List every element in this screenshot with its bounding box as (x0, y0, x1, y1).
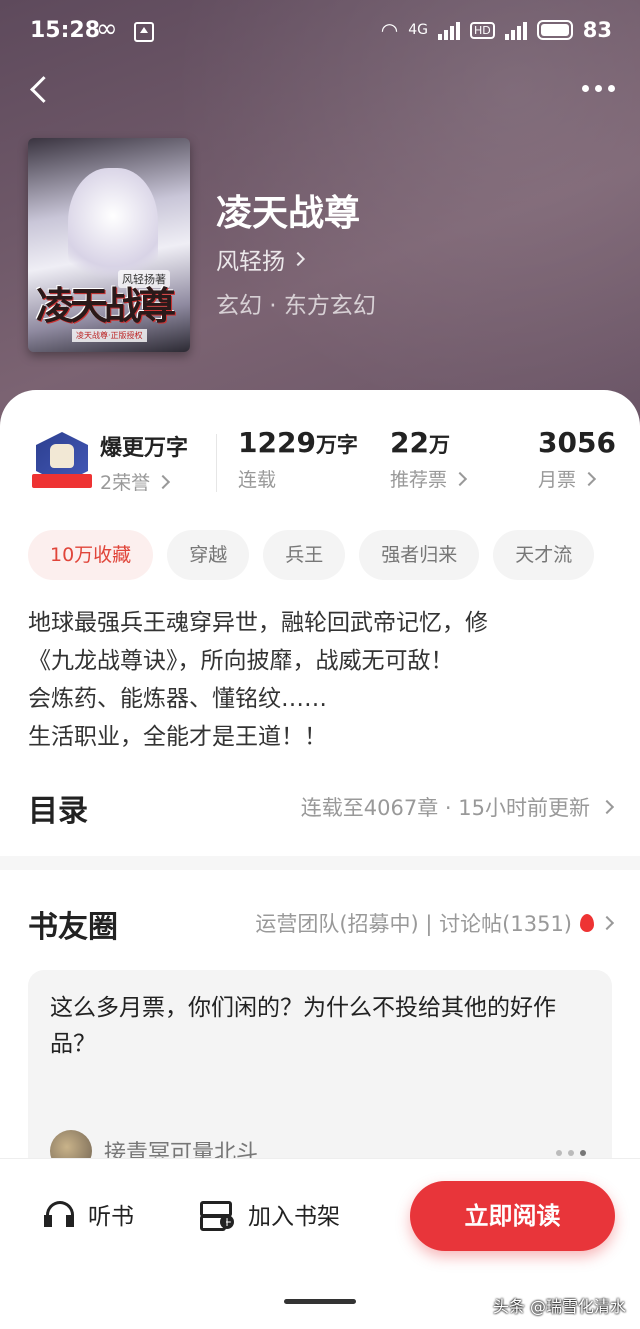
honor-count-label: 2荣誉 (100, 472, 151, 494)
status-time: 15:28 (30, 18, 101, 43)
honor-title: 爆更万字 (100, 436, 189, 461)
intro-line: 地球最强兵王魂穿异世，融轮回武帝记忆，修 (28, 610, 488, 636)
book-genre: 玄幻 · 东方玄幻 (216, 293, 376, 319)
tag-list: 10万收藏 穿越 兵王 强者归来 天才流 (28, 530, 595, 580)
watermark: 头条 @瑞雪化清水 (492, 1297, 626, 1316)
recommend-unit: 万 (428, 433, 450, 457)
signal-icon (438, 20, 461, 40)
author-name: 风轻扬 (216, 249, 285, 275)
bottom-action-bar: 听书 + 加入书架 立即阅读 头条 @瑞雪化清水 (0, 1158, 640, 1329)
intro-line: 会炼药、能炼器、懂铭纹…… (28, 686, 327, 712)
chevron-right-icon (599, 915, 615, 931)
monthly-label: 月票 (538, 469, 577, 491)
carousel-dots (556, 1150, 586, 1156)
chevron-right-icon (581, 471, 597, 486)
wifi-icon: ◠ (380, 18, 399, 42)
chevron-right-icon (452, 471, 468, 486)
circle-info: 运营团队(招募中) | 讨论帖(1351) (255, 912, 572, 936)
word-count-stat: 1229万字 连载 (238, 426, 358, 492)
toc-title: 目录 (28, 794, 88, 829)
network-type: 4G (408, 22, 429, 38)
chevron-right-icon (599, 799, 615, 815)
tag-chip[interactable]: 天才流 (493, 530, 595, 580)
post-text: 这么多月票，你们闲的？为什么不投给其他的好作品？ (50, 995, 556, 1057)
recommend-count: 22 (390, 426, 429, 459)
section-divider (0, 856, 640, 870)
divider (216, 434, 217, 492)
intro-line: 生活职业，全能才是王道！！ (28, 724, 327, 750)
hd-icon: HD (470, 21, 495, 39)
monthly-count: 3056 (538, 426, 616, 459)
home-indicator[interactable] (284, 1299, 356, 1304)
headphones-icon (44, 1199, 74, 1229)
stats-row: 爆更万字 2荣誉 1229万字 连载 22万 推荐票 3056 月票 (0, 420, 640, 500)
bookshelf-add-icon: + (200, 1199, 234, 1231)
cover-title: 凌天战尊 (36, 283, 176, 328)
monthly-ticket-stat[interactable]: 3056 月票 (538, 426, 616, 492)
table-of-contents-row[interactable]: 目录 连载至4067章 · 15小时前更新 (28, 786, 615, 830)
infinity-icon: ∞ (96, 14, 118, 44)
word-status: 连载 (238, 469, 277, 491)
book-cover[interactable]: 风轻扬著 凌天战尊 凌天战尊·正版授权 (28, 138, 190, 352)
recommend-stat[interactable]: 22万 推荐票 (390, 426, 468, 492)
word-unit: 万字 (315, 433, 358, 457)
tag-chip[interactable]: 兵王 (263, 530, 346, 580)
status-bar: 15:28 ∞ ◠ 4G HD 83 (0, 0, 640, 62)
tag-chip[interactable]: 强者归来 (359, 530, 480, 580)
author-link[interactable]: 风轻扬 (216, 242, 306, 276)
listen-label: 听书 (88, 1204, 134, 1230)
battery-icon (536, 20, 573, 40)
more-icon[interactable] (576, 76, 620, 100)
cover-tag: 凌天战尊·正版授权 (72, 329, 147, 342)
tag-chip[interactable]: 10万收藏 (28, 530, 154, 580)
chevron-right-icon (290, 251, 306, 267)
signal-icon-2 (504, 20, 527, 40)
honor-count[interactable]: 2荣誉 (100, 468, 171, 495)
reader-circle-header[interactable]: 书友圈 运营团队(招募中) | 讨论帖(1351) (28, 902, 615, 946)
chevron-right-icon (156, 474, 171, 489)
recommend-label: 推荐票 (390, 469, 448, 491)
honor-badge-icon[interactable] (32, 430, 92, 494)
upload-icon (134, 22, 154, 42)
shelf-label: 加入书架 (248, 1204, 340, 1230)
book-intro[interactable]: 地球最强兵王魂穿异世，融轮回武帝记忆，修 《九龙战尊诀》，所向披靡，战威无可敌！… (28, 604, 618, 756)
listen-button[interactable]: 听书 (44, 1197, 134, 1231)
toc-info: 连载至4067章 · 15小时前更新 (300, 796, 590, 820)
word-count: 1229 (238, 426, 316, 459)
tag-chip[interactable]: 穿越 (167, 530, 250, 580)
circle-title: 书友圈 (28, 910, 118, 945)
add-to-shelf-button[interactable]: + 加入书架 (200, 1197, 340, 1231)
back-icon[interactable] (24, 70, 64, 110)
read-now-button[interactable]: 立即阅读 (410, 1181, 615, 1251)
intro-line: 《九龙战尊诀》，所向披靡，战威无可敌！ (28, 648, 454, 674)
battery-level: 83 (582, 18, 612, 42)
book-title: 凌天战尊 (216, 192, 361, 234)
flame-icon (580, 914, 594, 932)
